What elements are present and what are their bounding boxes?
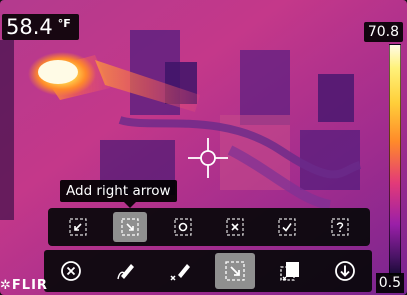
spot-meter-crosshair-icon[interactable] xyxy=(188,138,228,178)
down-left-arrow-icon xyxy=(69,218,87,236)
brand-logo: ✲FLIR xyxy=(0,278,48,293)
down-left-arrow-option[interactable] xyxy=(61,212,95,242)
cancel-button[interactable] xyxy=(51,253,91,289)
arrow-stamp-button[interactable] xyxy=(215,253,256,289)
temperature-readout: 58.4 °F xyxy=(2,14,79,40)
marker-submenu xyxy=(48,208,370,246)
question-marker-option[interactable] xyxy=(323,212,357,242)
erase-pen-button[interactable] xyxy=(161,253,201,289)
tooltip: Add right arrow xyxy=(60,180,177,202)
temperature-value: 58.4 xyxy=(6,15,53,39)
thermal-camera-screen: 58.4 °F 70.8 0.5 Add right arrow ✲FLIR xyxy=(0,0,407,295)
pen-button[interactable] xyxy=(106,253,146,289)
circle-marker-option[interactable] xyxy=(166,212,200,242)
save-button[interactable] xyxy=(325,253,365,289)
cancel-icon xyxy=(61,261,82,281)
clear-stamp-icon xyxy=(280,262,299,281)
x-marker-icon xyxy=(226,218,244,236)
eraser-pen-icon xyxy=(170,264,190,281)
checkmark-marker-icon xyxy=(278,218,297,236)
save-download-icon xyxy=(334,261,355,281)
clear-stamp-button[interactable] xyxy=(270,253,310,289)
question-marker-icon xyxy=(331,218,349,236)
temperature-unit: °F xyxy=(57,17,71,30)
circle-marker-icon xyxy=(174,218,192,236)
down-right-arrow-option[interactable] xyxy=(113,212,148,242)
checkmark-marker-option[interactable] xyxy=(270,212,304,242)
brand-logo-text: FLIR xyxy=(11,278,48,293)
annotation-toolbar xyxy=(44,250,372,292)
x-marker-option[interactable] xyxy=(218,212,252,242)
down-right-arrow-icon xyxy=(121,218,140,236)
temperature-scale-bar xyxy=(389,44,401,276)
brand-mark-icon: ✲ xyxy=(0,278,12,293)
pen-icon xyxy=(117,264,134,280)
arrow-stamp-icon xyxy=(225,261,245,281)
scale-min-label: 0.5 xyxy=(375,273,404,293)
scale-max-label: 70.8 xyxy=(363,22,403,42)
